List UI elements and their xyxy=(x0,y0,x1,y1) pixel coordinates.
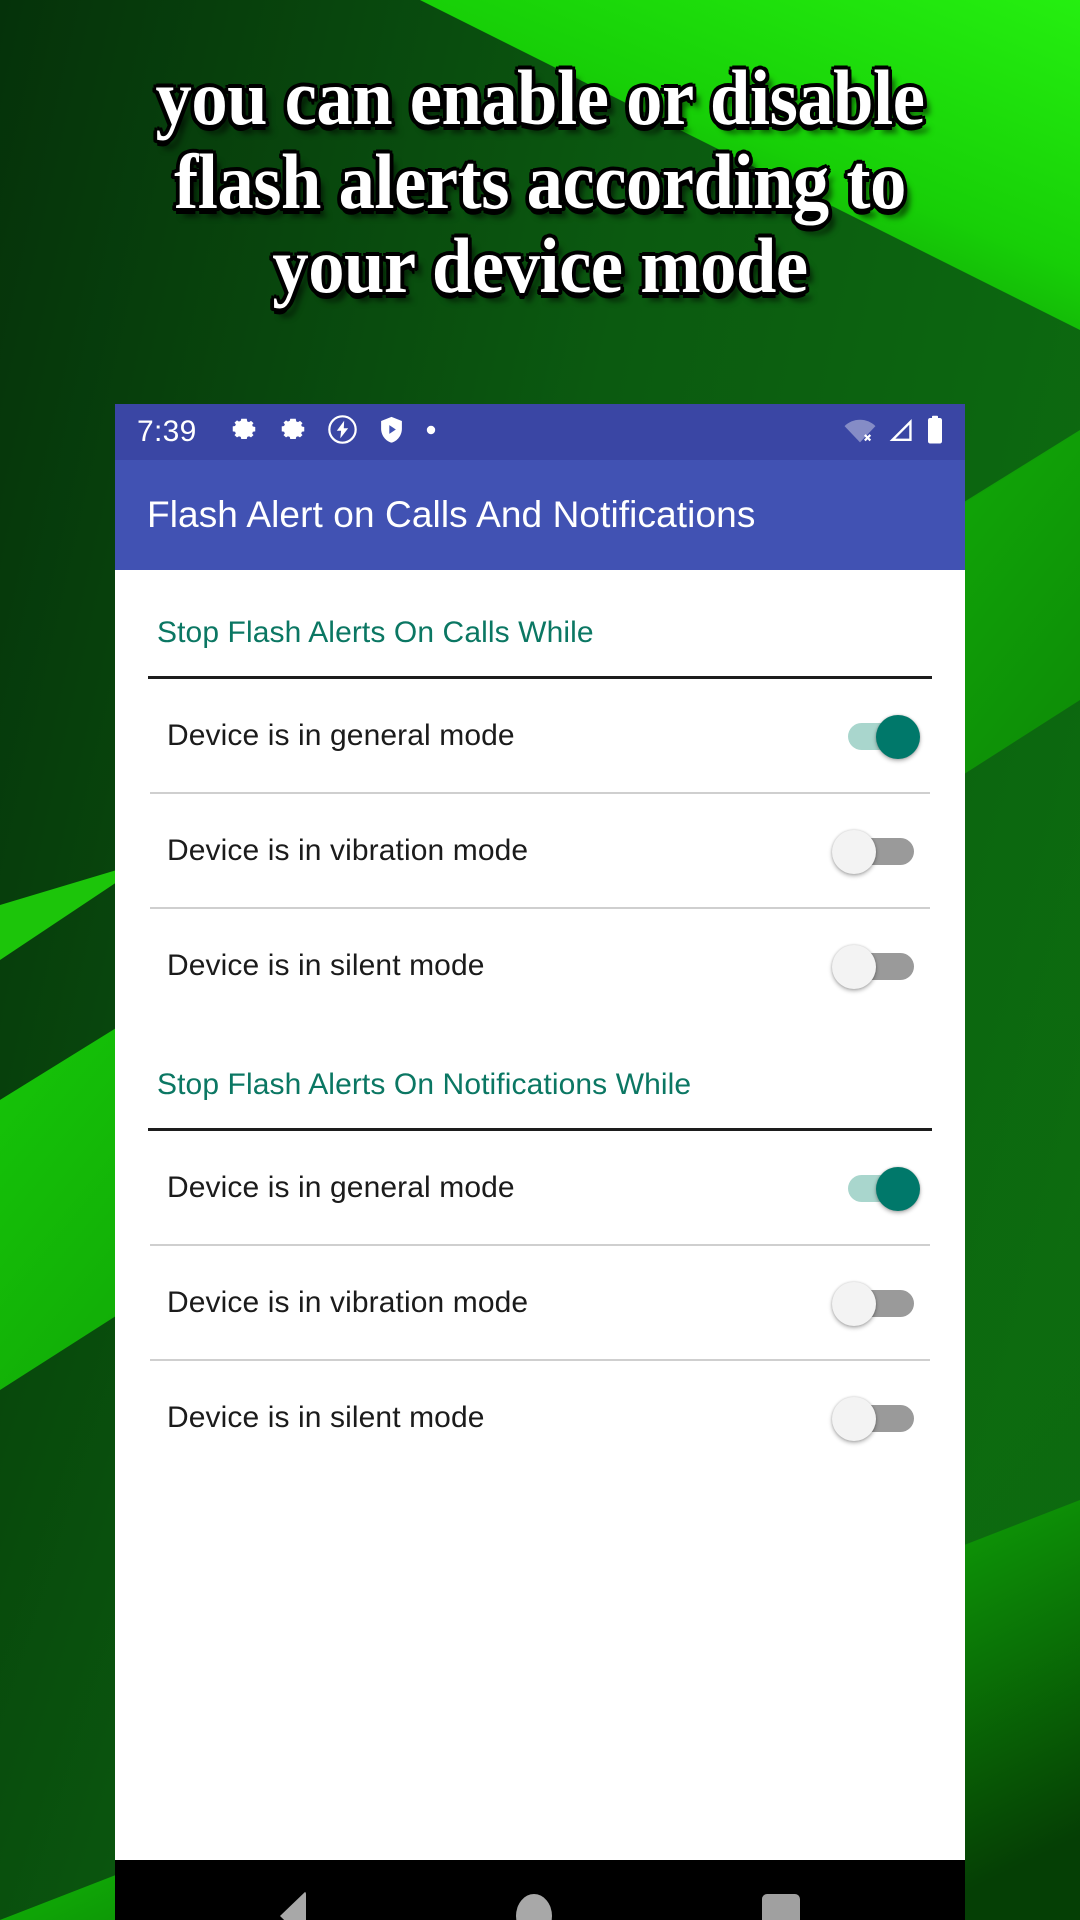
section-calls: Stop Flash Alerts On Calls While Device … xyxy=(148,570,932,1022)
section-header: Stop Flash Alerts On Notifications While xyxy=(148,1022,932,1118)
setting-row-vibration-calls[interactable]: Device is in vibration mode xyxy=(148,794,932,907)
recents-button-icon[interactable] xyxy=(762,1893,800,1920)
cell-signal-icon xyxy=(886,415,916,450)
dot-icon xyxy=(425,423,437,441)
toggle-silent-calls[interactable] xyxy=(832,941,918,991)
setting-label: Device is in general mode xyxy=(167,1170,515,1204)
toggle-thumb xyxy=(832,944,876,989)
status-bar: 7:39 xyxy=(115,404,965,460)
toggle-vibration-calls[interactable] xyxy=(832,826,918,876)
wifi-off-icon xyxy=(843,415,877,450)
flash-circle-icon xyxy=(327,414,358,450)
setting-row-silent-notifications[interactable]: Device is in silent mode xyxy=(148,1361,932,1474)
toggle-thumb xyxy=(832,1281,876,1326)
setting-row-vibration-notifications[interactable]: Device is in vibration mode xyxy=(148,1246,932,1359)
status-bar-clock: 7:39 xyxy=(137,415,197,448)
toggle-vibration-notifications[interactable] xyxy=(832,1278,918,1328)
setting-row-silent-calls[interactable]: Device is in silent mode xyxy=(148,909,932,1022)
setting-row-general-calls[interactable]: Device is in general mode xyxy=(148,679,932,792)
gear-icon xyxy=(229,415,259,450)
back-button-icon[interactable] xyxy=(280,1891,306,1920)
app-bar: Flash Alert on Calls And Notifications xyxy=(115,460,965,570)
toggle-general-calls[interactable] xyxy=(834,711,920,761)
headline-line-3: your device mode xyxy=(272,222,808,310)
android-nav-bar xyxy=(115,1860,965,1920)
setting-label: Device is in vibration mode xyxy=(167,833,529,867)
shield-play-icon xyxy=(377,415,406,449)
setting-label: Device is in silent mode xyxy=(167,948,485,982)
toggle-general-notifications[interactable] xyxy=(834,1163,920,1213)
toggle-thumb xyxy=(876,714,920,759)
setting-label: Device is in vibration mode xyxy=(167,1285,529,1319)
toggle-thumb xyxy=(832,829,876,874)
section-header: Stop Flash Alerts On Calls While xyxy=(148,570,932,666)
setting-row-general-notifications[interactable]: Device is in general mode xyxy=(148,1131,932,1244)
toggle-thumb xyxy=(876,1166,920,1211)
gear-icon xyxy=(278,415,308,450)
home-button-icon[interactable] xyxy=(516,1894,552,1920)
toggle-silent-notifications[interactable] xyxy=(832,1393,918,1443)
phone-screenshot: 7:39 Flash Alert on Calls And Notificati… xyxy=(115,404,965,1920)
battery-full-icon xyxy=(925,415,945,450)
setting-label: Device is in general mode xyxy=(167,718,515,752)
promo-headline: you can enable or disable flash alerts a… xyxy=(38,54,1042,310)
headline-line-1: you can enable or disable xyxy=(155,54,925,141)
settings-content: Stop Flash Alerts On Calls While Device … xyxy=(115,570,965,1860)
toggle-thumb xyxy=(832,1396,876,1441)
section-title: Stop Flash Alerts On Calls While xyxy=(157,616,594,649)
headline-line-2: flash alerts according to xyxy=(174,138,906,226)
page-title: Flash Alert on Calls And Notifications xyxy=(147,494,756,535)
section-notifications: Stop Flash Alerts On Notifications While… xyxy=(148,1022,932,1474)
section-title: Stop Flash Alerts On Notifications While xyxy=(157,1068,692,1101)
setting-label: Device is in silent mode xyxy=(167,1400,485,1434)
